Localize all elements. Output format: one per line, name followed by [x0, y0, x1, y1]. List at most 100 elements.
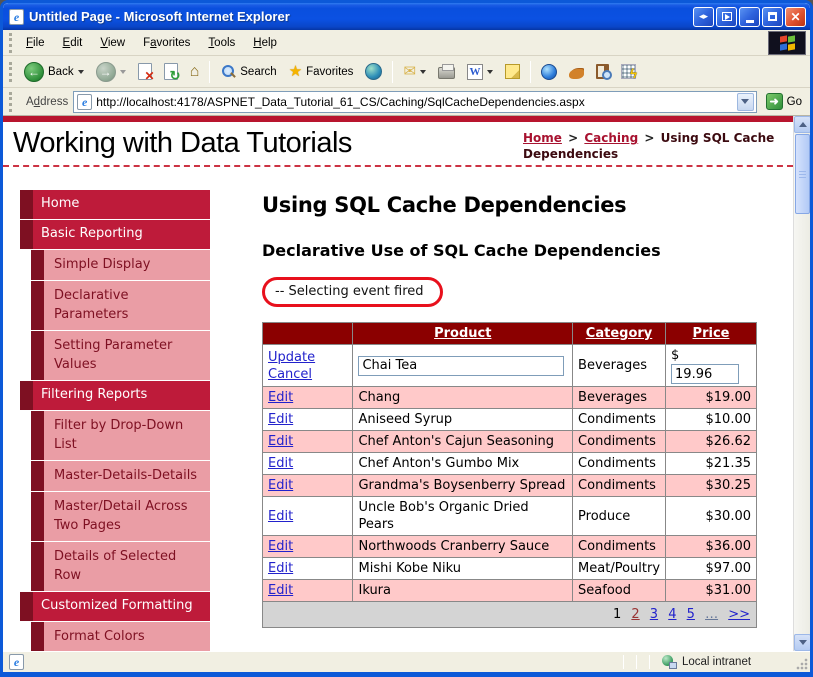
toolbar-grip[interactable]: [9, 91, 13, 112]
sidebar-item-format-colors[interactable]: Format Colors: [31, 621, 210, 651]
edit-link[interactable]: Edit: [268, 434, 293, 449]
menu-edit[interactable]: Edit: [54, 33, 92, 53]
forward-button[interactable]: →: [91, 59, 131, 85]
sidebar-item-basic-reporting[interactable]: Basic Reporting: [20, 219, 210, 249]
sidebar-item-details-of-selected-row[interactable]: Details of Selected Row: [31, 541, 210, 591]
address-label: Address: [26, 95, 69, 108]
edit-with-word-button[interactable]: W: [462, 61, 498, 83]
toolbar-grip[interactable]: [9, 32, 13, 53]
price-sort-link[interactable]: Price: [693, 326, 730, 341]
scroll-up-button[interactable]: [794, 116, 810, 133]
notes-button[interactable]: [500, 61, 525, 82]
pager-ellipsis[interactable]: …: [705, 607, 718, 622]
toolbar-separator: [392, 60, 394, 83]
research-button[interactable]: [591, 61, 614, 82]
resize-grip[interactable]: [796, 658, 808, 670]
menu-file[interactable]: File: [17, 33, 54, 53]
nav-tab-marker: [31, 492, 44, 541]
go-button[interactable]: ➜ Go: [762, 91, 806, 112]
category-sort-link[interactable]: Category: [586, 326, 652, 341]
breadcrumb-home-link[interactable]: Home: [523, 131, 562, 145]
edit-link[interactable]: Edit: [268, 561, 293, 576]
addon-animal-button[interactable]: [564, 62, 589, 82]
breadcrumb-separator: >: [568, 131, 579, 145]
security-zone-panel: Local intranet: [662, 652, 810, 672]
sidebar-item-master-details-details[interactable]: Master-Details-Details: [31, 460, 210, 491]
word-dropdown-icon: [487, 69, 494, 74]
menu-tools[interactable]: Tools: [199, 33, 244, 53]
close-button[interactable]: ✕: [785, 6, 806, 27]
print-icon: [438, 64, 456, 79]
nav-tab-marker: [20, 220, 33, 249]
sidebar-item-setting-parameter-values[interactable]: Setting Parameter Values: [31, 330, 210, 380]
address-url: http://localhost:4178/ASPNET_Data_Tutori…: [96, 94, 585, 109]
back-dropdown-icon: [77, 69, 84, 74]
maximize-button[interactable]: [762, 6, 783, 27]
cancel-link[interactable]: Cancel: [268, 367, 312, 382]
home-button[interactable]: ⌂: [185, 61, 205, 83]
window-popout-button[interactable]: [716, 6, 737, 27]
window-arrows-button[interactable]: ◂▸: [693, 6, 714, 27]
edit-link[interactable]: Edit: [268, 390, 293, 405]
addon-bolt-button[interactable]: [616, 61, 641, 82]
back-button[interactable]: ← Back: [19, 59, 89, 85]
sidebar-item-customized-formatting[interactable]: Customized Formatting: [20, 591, 210, 621]
breadcrumb-separator: >: [644, 131, 655, 145]
ie-page-icon: e: [9, 8, 24, 25]
menu-view[interactable]: View: [91, 33, 134, 53]
messenger-button[interactable]: [536, 61, 562, 83]
address-input[interactable]: e http://localhost:4178/ASPNET_Data_Tuto…: [73, 90, 757, 113]
pager-next[interactable]: >>: [728, 607, 750, 622]
product-name-input[interactable]: [358, 355, 565, 376]
category-column-header: Category: [572, 322, 667, 345]
status-separator: [623, 655, 624, 669]
window-title: Untitled Page - Microsoft Internet Explo…: [29, 9, 290, 24]
category-cell: Beverages: [572, 344, 667, 387]
sidebar-item-master-detail-across-two-pages[interactable]: Master/Detail Across Two Pages: [31, 491, 210, 541]
left-right-arrows-icon: ◂▸: [698, 11, 709, 21]
pager-page-5[interactable]: 5: [687, 607, 695, 622]
edit-link[interactable]: Edit: [268, 539, 293, 554]
menu-help[interactable]: Help: [244, 33, 286, 53]
history-button[interactable]: [360, 60, 387, 83]
print-button[interactable]: [433, 61, 460, 82]
history-globe-icon: [365, 63, 383, 80]
stop-button[interactable]: ✕: [133, 60, 157, 83]
vertical-scrollbar[interactable]: [793, 116, 810, 651]
go-label: Go: [786, 95, 802, 108]
edit-link[interactable]: Edit: [268, 456, 293, 471]
breadcrumb-caching-link[interactable]: Caching: [584, 131, 638, 145]
mail-button[interactable]: ✉: [398, 61, 431, 82]
table-row: Edit Chang Beverages $19.00: [261, 386, 757, 409]
menu-favorites[interactable]: Favorites: [134, 33, 199, 53]
edit-link[interactable]: Edit: [268, 478, 293, 493]
box-arrow-icon: [721, 12, 732, 21]
sidebar-item-filter-by-dropdown-list[interactable]: Filter by Drop-Down List: [31, 410, 210, 460]
favorites-button[interactable]: ★ Favorites: [284, 61, 359, 82]
pager-page-2[interactable]: 2: [631, 607, 639, 622]
sidebar-item-declarative-parameters[interactable]: Declarative Parameters: [31, 280, 210, 330]
sidebar-item-simple-display[interactable]: Simple Display: [31, 249, 210, 280]
minimize-button[interactable]: [739, 6, 760, 27]
forward-dropdown-icon: [119, 69, 126, 74]
pager-page-4[interactable]: 4: [668, 607, 676, 622]
scroll-down-button[interactable]: [794, 634, 810, 651]
update-link[interactable]: Update: [268, 350, 315, 365]
nav-tab-marker: [20, 381, 33, 410]
edit-link[interactable]: Edit: [268, 583, 293, 598]
edit-link[interactable]: Edit: [268, 509, 293, 524]
scrollbar-thumb[interactable]: [794, 134, 810, 214]
ie-status-icon: e: [9, 654, 24, 670]
refresh-button[interactable]: ↻: [159, 60, 183, 83]
chevron-up-icon: [798, 122, 807, 127]
sidebar-item-home[interactable]: Home: [20, 190, 210, 219]
edit-link[interactable]: Edit: [268, 412, 293, 427]
product-sort-link[interactable]: Product: [434, 326, 491, 341]
price-input[interactable]: [671, 364, 740, 384]
price-column-header: Price: [665, 322, 757, 345]
toolbar-grip[interactable]: [9, 61, 13, 82]
pager-page-3[interactable]: 3: [650, 607, 658, 622]
sidebar-item-filtering-reports[interactable]: Filtering Reports: [20, 380, 210, 410]
address-dropdown-button[interactable]: [736, 92, 754, 111]
search-button[interactable]: Search: [215, 61, 281, 83]
